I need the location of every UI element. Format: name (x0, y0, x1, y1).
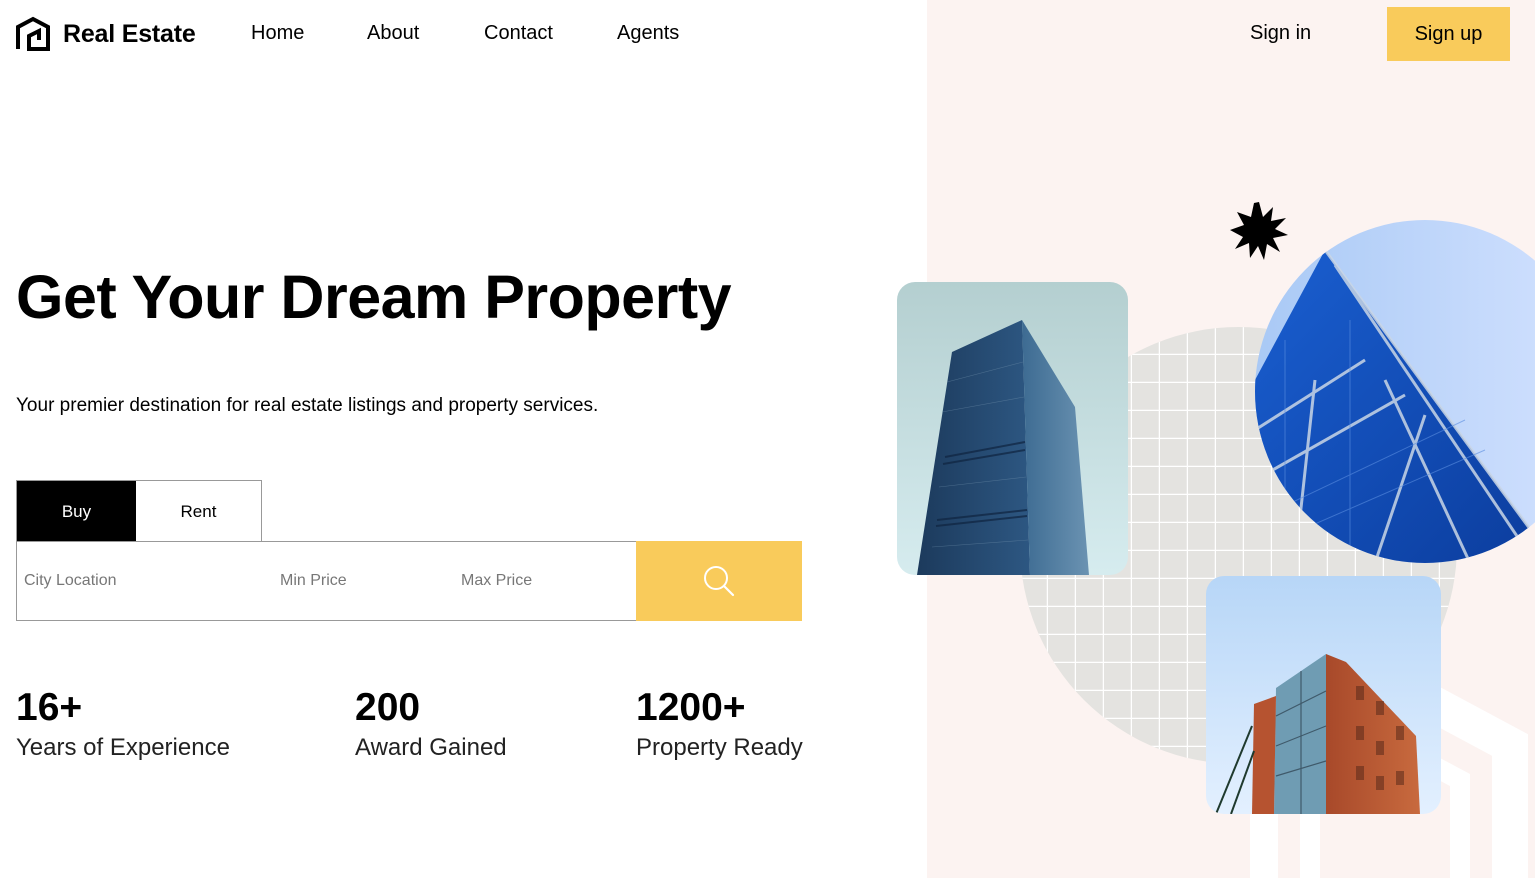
min-price-input[interactable] (280, 542, 450, 620)
nav-about-link[interactable]: About (367, 22, 419, 45)
stat-number: 200 (355, 686, 421, 729)
hero-subtitle: Your premier destination for real estate… (16, 395, 599, 416)
stat-label: Property Ready (636, 734, 803, 761)
house-logo-icon (16, 16, 50, 51)
nav-agents-link[interactable]: Agents (617, 22, 679, 45)
tower-photo (897, 282, 1128, 575)
tab-rent[interactable]: Rent (136, 481, 261, 542)
search-tabs: Buy Rent (16, 480, 262, 542)
search-button[interactable] (636, 541, 802, 621)
stat-number: 1200+ (636, 686, 746, 729)
nav-home-link[interactable]: Home (251, 22, 304, 45)
max-price-input[interactable] (461, 542, 631, 620)
starburst-icon (1230, 202, 1288, 260)
stat-label: Award Gained (355, 734, 507, 761)
stat-properties: 1200+ Property Ready (636, 686, 803, 762)
stat-experience: 16+ Years of Experience (16, 686, 230, 762)
search-form (16, 541, 802, 621)
sign-in-link[interactable]: Sign in (1250, 22, 1311, 45)
stat-number: 16+ (16, 686, 83, 729)
tab-buy[interactable]: Buy (17, 481, 136, 542)
city-location-input[interactable] (24, 542, 264, 620)
brand-name: Real Estate (63, 19, 196, 48)
hero-title: Get Your Dream Property (16, 263, 732, 331)
brand-logo[interactable]: Real Estate (15, 16, 196, 52)
sign-up-button[interactable]: Sign up (1387, 7, 1510, 61)
brick-building-photo (1206, 576, 1441, 814)
nav-contact-link[interactable]: Contact (484, 22, 553, 45)
stat-label: Years of Experience (16, 734, 230, 761)
stat-awards: 200 Award Gained (355, 686, 507, 762)
search-icon (704, 566, 735, 597)
